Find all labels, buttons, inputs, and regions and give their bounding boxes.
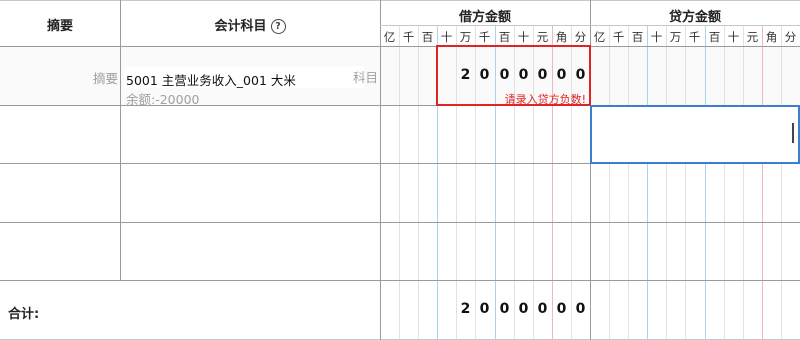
account-value: 5001 主营业务收入_001 大米 <box>126 73 296 88</box>
help-icon[interactable]: ? <box>270 19 286 34</box>
credit-unit-label: 分 <box>784 30 797 44</box>
total-debit-digit: 0 <box>575 301 586 317</box>
header-summary: 摘要 <box>46 19 73 34</box>
text-cursor <box>792 123 794 143</box>
total-label: 合计: <box>8 307 40 322</box>
debit-error-message: 请录入贷方负数! <box>504 93 586 106</box>
total-debit-digit: 0 <box>479 301 490 317</box>
summary-placeholder: 摘要 <box>92 71 118 86</box>
summary-input[interactable]: 摘要 <box>0 47 120 105</box>
credit-unit-label: 百 <box>631 30 644 44</box>
header-account-label: 会计科目 <box>214 19 267 34</box>
credit-unit-label: 千 <box>688 30 701 44</box>
credit-unit-label: 角 <box>765 30 778 44</box>
credit-unit-label: 千 <box>612 30 625 44</box>
account-balance: 余额:-20000 <box>126 92 200 107</box>
credit-unit-label: 亿 <box>593 30 606 44</box>
debit-unit-label: 百 <box>421 30 434 44</box>
credit-unit-label: 元 <box>746 30 759 44</box>
header-account: 会计科目? <box>120 15 380 34</box>
total-debit-digit: 0 <box>537 301 548 317</box>
debit-unit-label: 亿 <box>383 30 396 44</box>
credit-input-focused[interactable] <box>590 105 800 164</box>
credit-unit-label: 十 <box>727 30 740 44</box>
total-debit-digit: 0 <box>518 301 529 317</box>
debit-unit-label: 千 <box>402 30 415 44</box>
header-credit: 贷方金额 <box>668 10 721 25</box>
total-debit-digit: 2 <box>460 301 471 317</box>
account-field[interactable]: 5001 主营业务收入_001 大米 科目 余额:-20000 <box>121 47 380 107</box>
total-debit-digit: 0 <box>556 301 567 317</box>
account-suffix: 科目 <box>352 70 378 85</box>
header-debit: 借方金额 <box>458 10 511 25</box>
credit-unit-label: 十 <box>650 30 663 44</box>
credit-unit-label: 百 <box>708 30 721 44</box>
credit-unit-label: 万 <box>669 30 682 44</box>
total-debit-digit: 0 <box>499 301 510 317</box>
